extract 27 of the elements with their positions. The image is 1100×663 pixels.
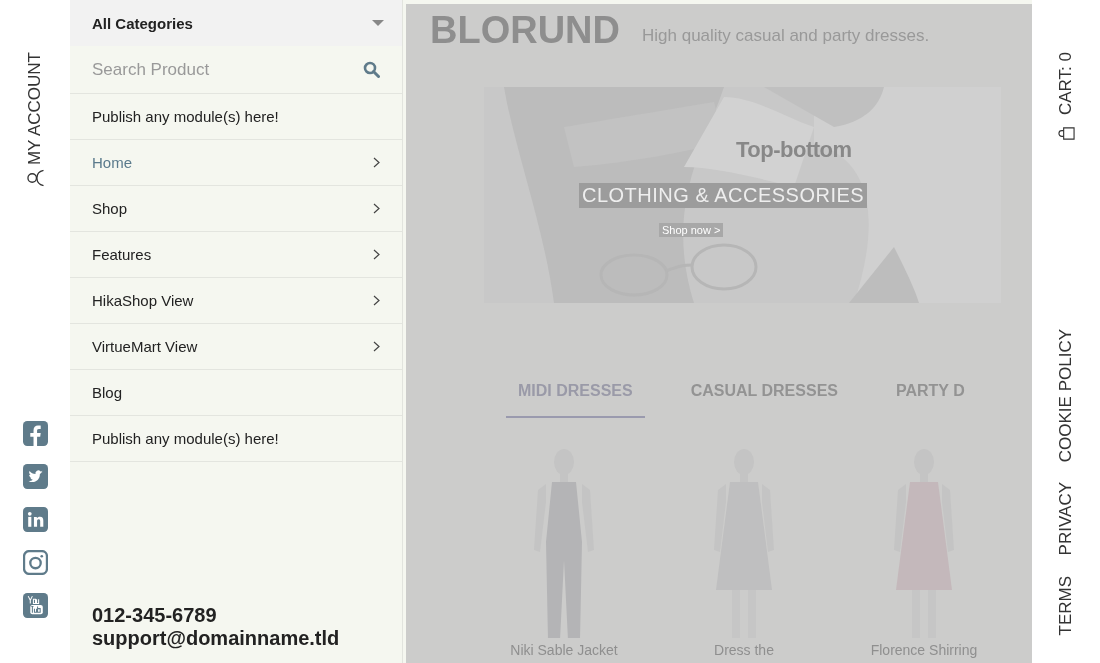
menu-item[interactable]: Publish any module(s) here! [70, 416, 402, 462]
footer-link[interactable]: TERMS [1056, 575, 1076, 635]
caret-icon [372, 20, 384, 26]
account-link[interactable]: MY ACCOUNT [25, 52, 45, 188]
search-field[interactable]: Search Product [92, 59, 355, 80]
facebook-icon[interactable] [22, 421, 48, 447]
banner-subtitle: CLOTHING & ACCESSORIES [579, 183, 868, 208]
menu-item[interactable]: VirtueMart View [70, 324, 402, 370]
bird-icon[interactable] [22, 464, 48, 490]
category-dropdown[interactable]: All Categories [70, 0, 402, 46]
banner-title: Top-bottom [736, 137, 852, 163]
video-icon[interactable] [22, 593, 48, 619]
phone-number: 012-345-6789 [92, 604, 218, 627]
menu-item[interactable]: Publish any module(s) here! [70, 94, 402, 140]
menu-item[interactable]: Features [70, 232, 402, 278]
menu-item[interactable]: Blog [70, 370, 402, 416]
email-address: support@domainname.tld [92, 627, 341, 650]
menu-item[interactable]: Home [70, 140, 402, 186]
bag-icon [1057, 125, 1075, 142]
cart-link[interactable]: CART: 0 [1056, 52, 1076, 142]
search-icon[interactable] [363, 61, 380, 78]
camera-icon[interactable] [22, 550, 48, 576]
footer-link[interactable]: PRIVACY [1056, 482, 1076, 556]
menu-item[interactable]: HikaShop View [70, 278, 402, 324]
footer-link[interactable]: COOKIE POLICY [1056, 328, 1076, 463]
menu-item[interactable]: Shop [70, 186, 402, 232]
linkedin-icon[interactable] [22, 507, 48, 533]
